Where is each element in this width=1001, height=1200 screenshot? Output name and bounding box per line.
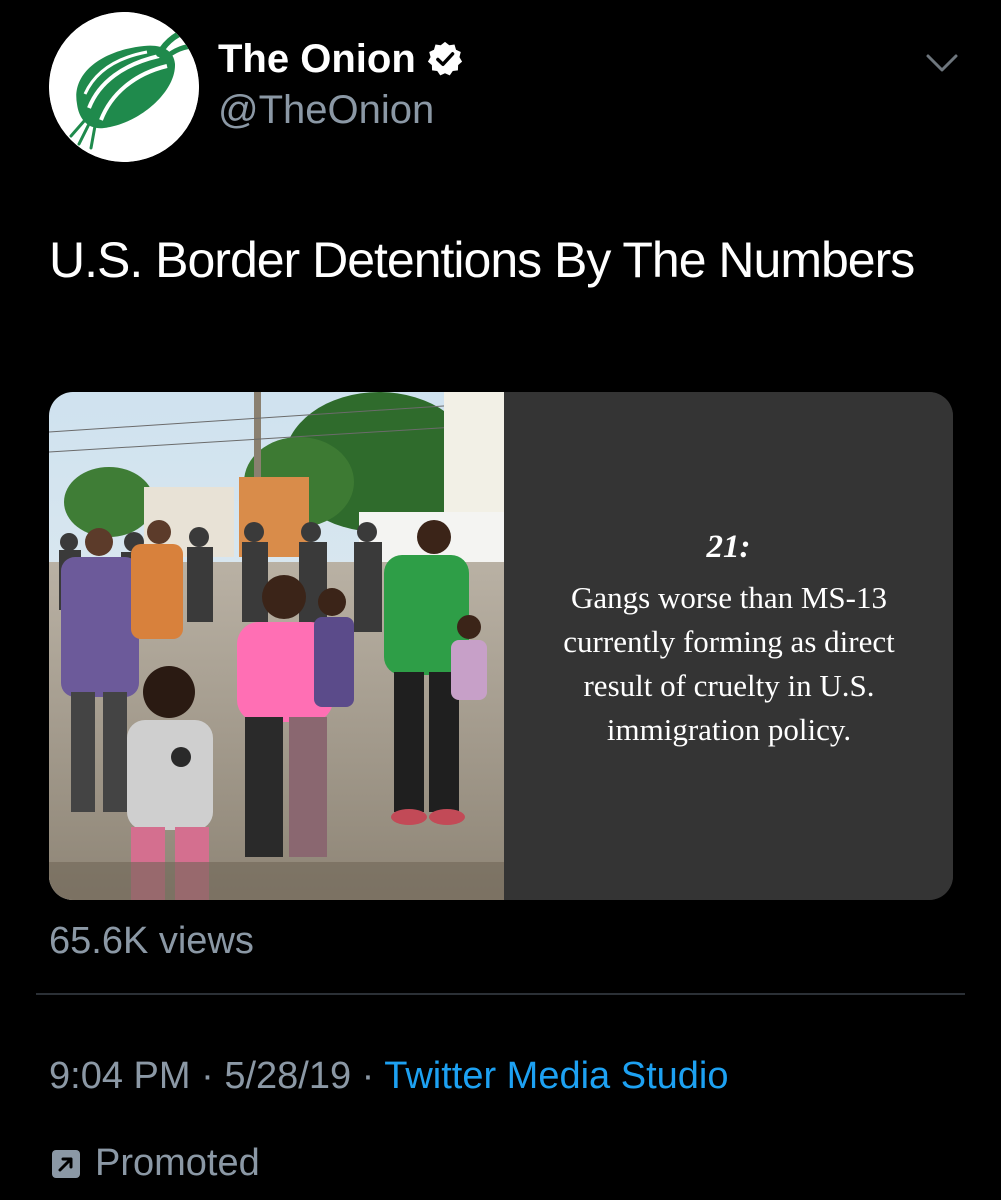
verified-badge-icon bbox=[426, 40, 464, 78]
tweet-time[interactable]: 9:04 PM bbox=[49, 1055, 191, 1097]
avatar[interactable] bbox=[49, 12, 199, 162]
media-photo bbox=[49, 392, 504, 900]
display-name-text: The Onion bbox=[218, 36, 416, 81]
promoted-label[interactable]: Promoted bbox=[49, 1142, 260, 1185]
user-handle[interactable]: @TheOnion bbox=[218, 88, 434, 133]
onion-logo-icon bbox=[49, 12, 199, 162]
media-card[interactable]: 21: Gangs worse than MS-13 currently for… bbox=[49, 392, 953, 900]
tweet: The Onion @TheOnion U.S. Border Detentio… bbox=[0, 0, 1001, 1200]
meta-separator: · bbox=[201, 1055, 225, 1097]
media-fact-panel: 21: Gangs worse than MS-13 currently for… bbox=[504, 392, 953, 900]
media-fact-number: 21: bbox=[706, 529, 751, 565]
promoted-arrow-icon bbox=[51, 1149, 81, 1179]
tweet-date[interactable]: 5/28/19 bbox=[224, 1055, 351, 1097]
divider bbox=[36, 993, 965, 995]
chevron-down-icon[interactable] bbox=[924, 50, 960, 76]
meta-separator: · bbox=[361, 1055, 385, 1097]
tweet-source-link[interactable]: Twitter Media Studio bbox=[384, 1055, 728, 1097]
tweet-meta: 9:04 PM · 5/28/19 · Twitter Media Studio bbox=[49, 1055, 728, 1098]
view-count: 65.6K views bbox=[49, 920, 254, 962]
media-fact-text: Gangs worse than MS-13 currently forming… bbox=[563, 580, 895, 747]
tweet-text: U.S. Border Detentions By The Numbers bbox=[49, 232, 915, 288]
promoted-text: Promoted bbox=[95, 1142, 260, 1184]
display-name[interactable]: The Onion bbox=[218, 34, 464, 84]
